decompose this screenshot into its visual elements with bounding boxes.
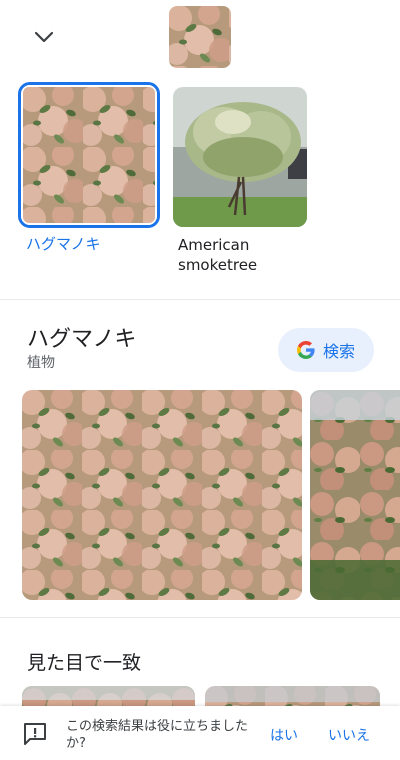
result-label[interactable]: ハグマノキ	[18, 234, 160, 254]
result-card[interactable]: American smoketree	[173, 82, 307, 275]
feedback-question: この検索結果は役に立ちましたか?	[66, 719, 249, 751]
result-card[interactable]: ハグマノキ	[18, 82, 160, 254]
search-button-label: 検索	[322, 342, 355, 361]
divider	[0, 299, 400, 300]
feedback-no-button[interactable]: いいえ	[328, 725, 370, 745]
divider	[0, 617, 400, 618]
result-image[interactable]	[18, 82, 160, 228]
entity-subtitle: 植物	[27, 355, 55, 371]
feedback-bar: この検索結果は役に立ちましたか? はい いいえ	[0, 706, 400, 760]
entity-title: ハグマノキ	[27, 327, 137, 352]
feedback-icon	[22, 722, 48, 746]
collapse-button[interactable]	[22, 20, 66, 54]
result-label[interactable]: American smoketree	[173, 235, 303, 275]
google-g-icon	[296, 341, 315, 359]
feedback-yes-button[interactable]: はい	[270, 725, 298, 745]
chevron-down-icon	[33, 30, 55, 44]
entity-image[interactable]	[22, 390, 302, 600]
result-image[interactable]	[173, 87, 307, 227]
entity-image[interactable]	[310, 390, 400, 600]
google-search-button[interactable]: 検索	[278, 328, 374, 372]
section-title: 見た目で一致	[27, 652, 142, 674]
query-thumbnail[interactable]	[169, 6, 231, 68]
